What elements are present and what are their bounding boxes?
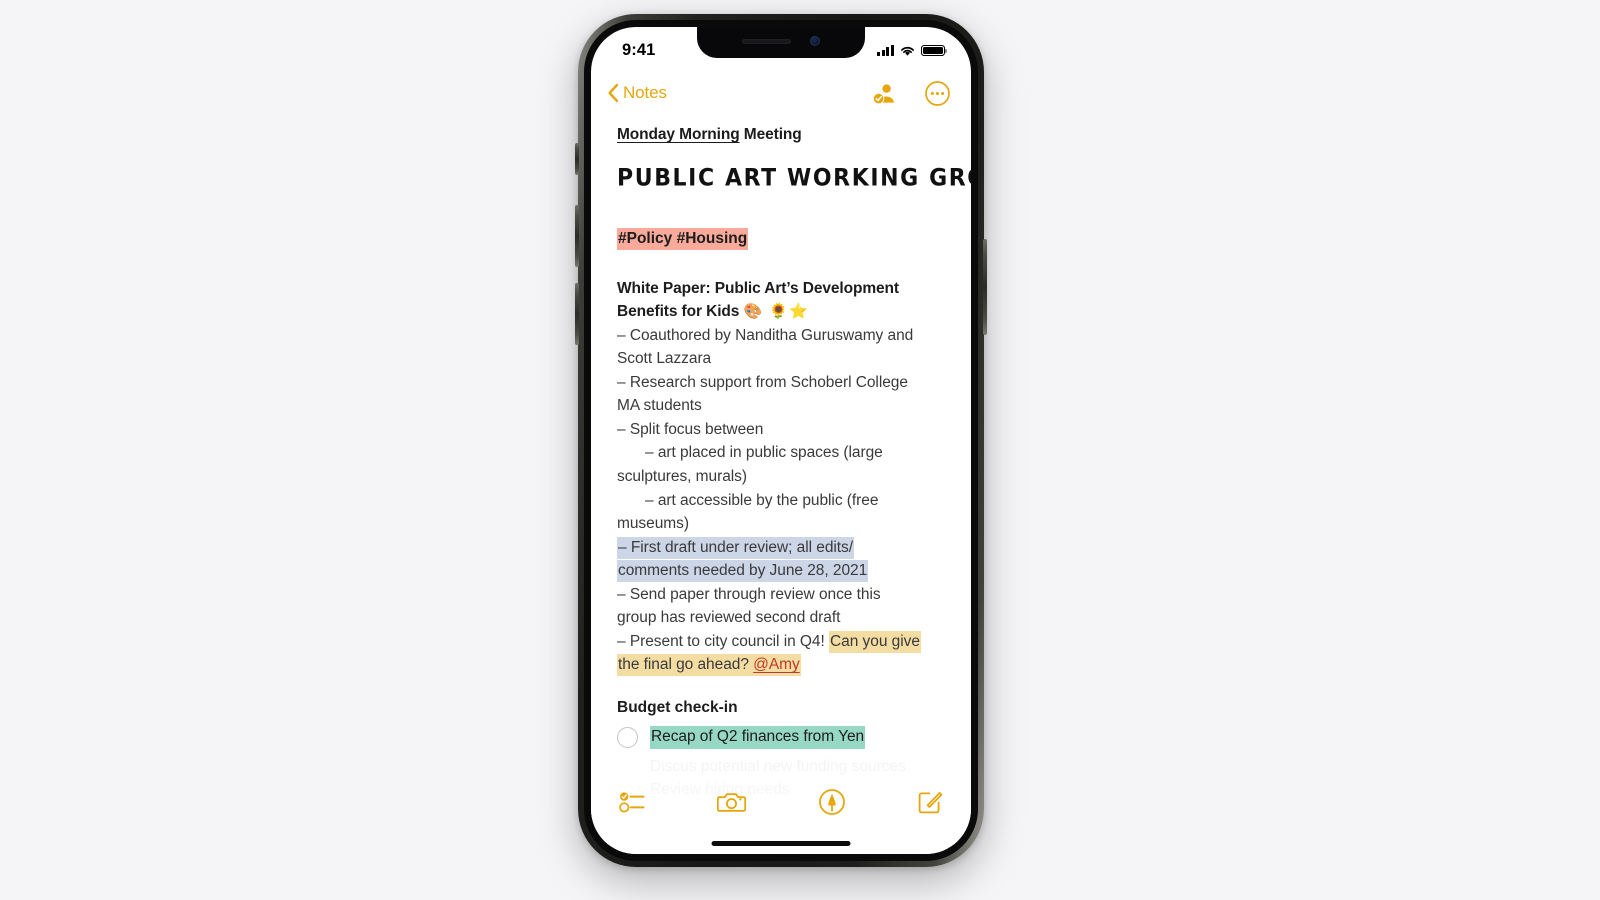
chevron-left-icon xyxy=(608,83,619,103)
cellular-signal-icon xyxy=(877,45,894,56)
highlight-yellow-text[interactable]: Can you give xyxy=(829,630,921,653)
back-button-label: Notes xyxy=(623,83,667,102)
highlight-yellow-text-2[interactable]: the final go ahead? @Amy xyxy=(617,654,801,677)
status-indicators xyxy=(877,42,948,57)
checklist-row[interactable]: Recap of Q2 finances from Yen xyxy=(617,725,945,749)
bullet-line: – Split focus between xyxy=(617,420,764,438)
mention-amy[interactable]: @Amy xyxy=(753,656,800,673)
more-circle-icon[interactable] xyxy=(924,80,951,107)
highlight-yellow-inner: the final go ahead? xyxy=(618,656,754,674)
notch xyxy=(697,27,865,58)
status-time: 9:41 xyxy=(622,41,656,59)
bullet-line: MA students xyxy=(617,397,702,415)
bullet-line: – Coauthored by Nanditha Guruswamy and xyxy=(617,326,914,344)
wifi-icon xyxy=(901,46,914,56)
white-paper-heading: White Paper: Public Art’s Development Be… xyxy=(617,277,945,324)
back-to-notes-button[interactable]: Notes xyxy=(601,79,673,107)
checklist-item-text[interactable]: Recap of Q2 finances from Yen xyxy=(650,725,866,749)
camera-icon[interactable] xyxy=(717,789,747,815)
markup-pen-icon[interactable] xyxy=(818,788,846,816)
note-title-rest: Meeting xyxy=(739,126,802,143)
nav-actions xyxy=(871,80,951,107)
bullet-line: group has reviewed second draft xyxy=(617,609,841,627)
sub-bullet-line: museums) xyxy=(617,515,689,533)
highlighted-deadline-line-1: – First draft under review; all edits/ xyxy=(617,536,945,560)
power-button[interactable] xyxy=(983,239,987,335)
iphone-device: 9:41 Notes Monday Morning Meeting PUBLIC… xyxy=(575,14,987,867)
compose-icon[interactable] xyxy=(916,789,943,816)
checklist-icon[interactable] xyxy=(619,789,647,815)
note-title-underlined: Monday Morning xyxy=(617,126,740,143)
tags-text[interactable]: #Policy #Housing xyxy=(617,228,749,251)
heading-emoji: 🎨 🌻⭐ xyxy=(743,302,809,321)
note-document-title: Monday Morning Meeting xyxy=(617,125,945,145)
home-indicator[interactable] xyxy=(711,841,851,846)
present-line-2: the final go ahead? @Amy xyxy=(617,653,945,677)
present-line-plain: – Present to city council in Q4! xyxy=(617,632,830,650)
battery-icon xyxy=(921,44,948,57)
front-camera-icon xyxy=(810,36,820,46)
sub-bullet-line: sculptures, murals) xyxy=(617,467,747,485)
bullet-line: – Research support from Schoberl College xyxy=(617,373,908,391)
note-content[interactable]: Monday Morning Meeting PUBLIC ART WORKIN… xyxy=(591,115,971,854)
checkbox-unchecked-icon[interactable] xyxy=(617,726,638,748)
silent-switch[interactable] xyxy=(575,143,579,175)
white-paper-heading-line-1: White Paper: Public Art’s Development xyxy=(617,279,899,297)
earpiece-speaker-icon xyxy=(742,38,791,44)
highlight-blue-text[interactable]: comments needed by June 28, 2021 xyxy=(617,560,869,583)
present-line-1: – Present to city council in Q4! Can you… xyxy=(617,630,945,654)
budget-section-heading: Budget check-in xyxy=(617,698,738,716)
volume-down-button[interactable] xyxy=(575,283,579,345)
sub-bullet-line: – art placed in public spaces (large xyxy=(645,444,883,462)
navigation-bar: Notes xyxy=(591,71,971,115)
phone-screen: 9:41 Notes Monday Morning Meeting PUBLIC… xyxy=(591,27,971,854)
bullet-line: – Send paper through review once this xyxy=(617,585,881,603)
note-body: – Coauthored by Nanditha Guruswamy and S… xyxy=(617,324,945,677)
screenshot-canvas: 9:41 Notes Monday Morning Meeting PUBLIC… xyxy=(0,0,1600,900)
marker-heading: PUBLIC ART WORKING GROUP xyxy=(617,164,971,193)
white-paper-heading-line-2: Benefits for Kids xyxy=(617,303,744,321)
sub-bullet-line: – art accessible by the public (free xyxy=(645,491,879,509)
bullet-line: Scott Lazzara xyxy=(617,350,712,368)
tags-line: #Policy #Housing xyxy=(617,227,945,251)
notes-toolbar xyxy=(591,780,971,824)
volume-up-button[interactable] xyxy=(575,205,579,267)
person-checkmark-share-icon[interactable] xyxy=(871,80,898,107)
faded-item-1: Discus potential new funding sources xyxy=(650,757,906,775)
highlighted-deadline-line-2: comments needed by June 28, 2021 xyxy=(617,559,945,583)
highlight-blue-text[interactable]: – First draft under review; all edits/ xyxy=(617,536,854,559)
